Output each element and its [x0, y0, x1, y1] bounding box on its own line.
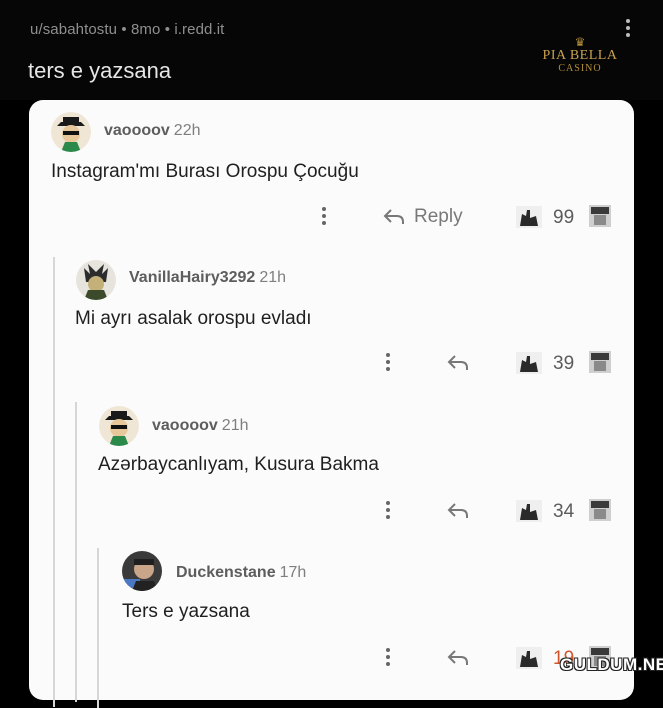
- username[interactable]: vaoooov: [104, 122, 170, 139]
- downvote-face-icon[interactable]: [589, 499, 611, 521]
- post-more-icon[interactable]: [620, 16, 636, 42]
- downvote-face-icon[interactable]: [589, 351, 611, 373]
- comment-text: Mi ayrı asalak orospu evladı: [75, 308, 312, 329]
- reply-label: Reply: [414, 206, 463, 227]
- reply-button[interactable]: [446, 351, 478, 375]
- avatar[interactable]: [51, 112, 91, 152]
- timestamp: 22h: [173, 122, 201, 139]
- pia-bella-casino-logo: ♛ PIA BELLA CASINO: [540, 36, 620, 86]
- post-title: ters e yazsana: [28, 58, 172, 83]
- comment-text: Azərbaycanlıyam, Kusura Bakma: [98, 454, 379, 475]
- reply-button[interactable]: [446, 646, 478, 670]
- vote-count: 39: [553, 353, 575, 374]
- upvote-hand-icon[interactable]: [516, 647, 542, 669]
- avatar[interactable]: [99, 406, 139, 446]
- thread-line[interactable]: [75, 402, 77, 702]
- reply-arrow-icon: [447, 355, 468, 370]
- post-meta[interactable]: u/sabahtostu • 8mo • i.redd.it: [30, 21, 224, 38]
- crown-icon: ♛: [574, 35, 586, 49]
- avatar[interactable]: [76, 260, 116, 300]
- reply-arrow-icon: [383, 209, 404, 224]
- more-icon[interactable]: [385, 351, 391, 373]
- timestamp: 17h: [279, 564, 307, 581]
- reply-button[interactable]: Reply: [382, 205, 463, 229]
- more-icon[interactable]: [385, 646, 391, 668]
- username[interactable]: VanillaHairy3292: [129, 269, 255, 286]
- comment-thread-card: vaoooov 22h Instagram'mı Burası Orospu Ço…: [29, 100, 634, 708]
- thread-line[interactable]: [53, 257, 55, 707]
- comment-text: Ters e yazsana: [122, 601, 250, 622]
- vote-count: 34: [553, 501, 575, 522]
- timestamp: 21h: [221, 417, 249, 434]
- upvote-hand-icon[interactable]: [516, 206, 542, 228]
- logo-brand: PIA BELLA: [542, 48, 618, 63]
- downvote-face-icon[interactable]: [589, 205, 611, 227]
- site-watermark: GULDUM.NET: [560, 655, 663, 674]
- reply-button[interactable]: [446, 499, 478, 523]
- timestamp: 21h: [259, 269, 287, 286]
- upvote-hand-icon[interactable]: [516, 352, 542, 374]
- upvote-hand-icon[interactable]: [516, 500, 542, 522]
- username[interactable]: vaoooov: [152, 417, 218, 434]
- more-icon[interactable]: [385, 499, 391, 521]
- vote-count: 99: [553, 207, 575, 228]
- logo-sub: CASINO: [558, 63, 602, 74]
- post-header: u/sabahtostu • 8mo • i.redd.it ters e ya…: [0, 0, 663, 100]
- avatar[interactable]: [122, 551, 162, 591]
- comment-text: Instagram'mı Burası Orospu Çocuğu: [51, 161, 359, 182]
- thread-line[interactable]: [97, 548, 99, 708]
- reply-arrow-icon: [447, 650, 468, 665]
- username[interactable]: Duckenstane: [176, 564, 276, 581]
- reply-arrow-icon: [447, 503, 468, 518]
- more-icon[interactable]: [321, 205, 327, 227]
